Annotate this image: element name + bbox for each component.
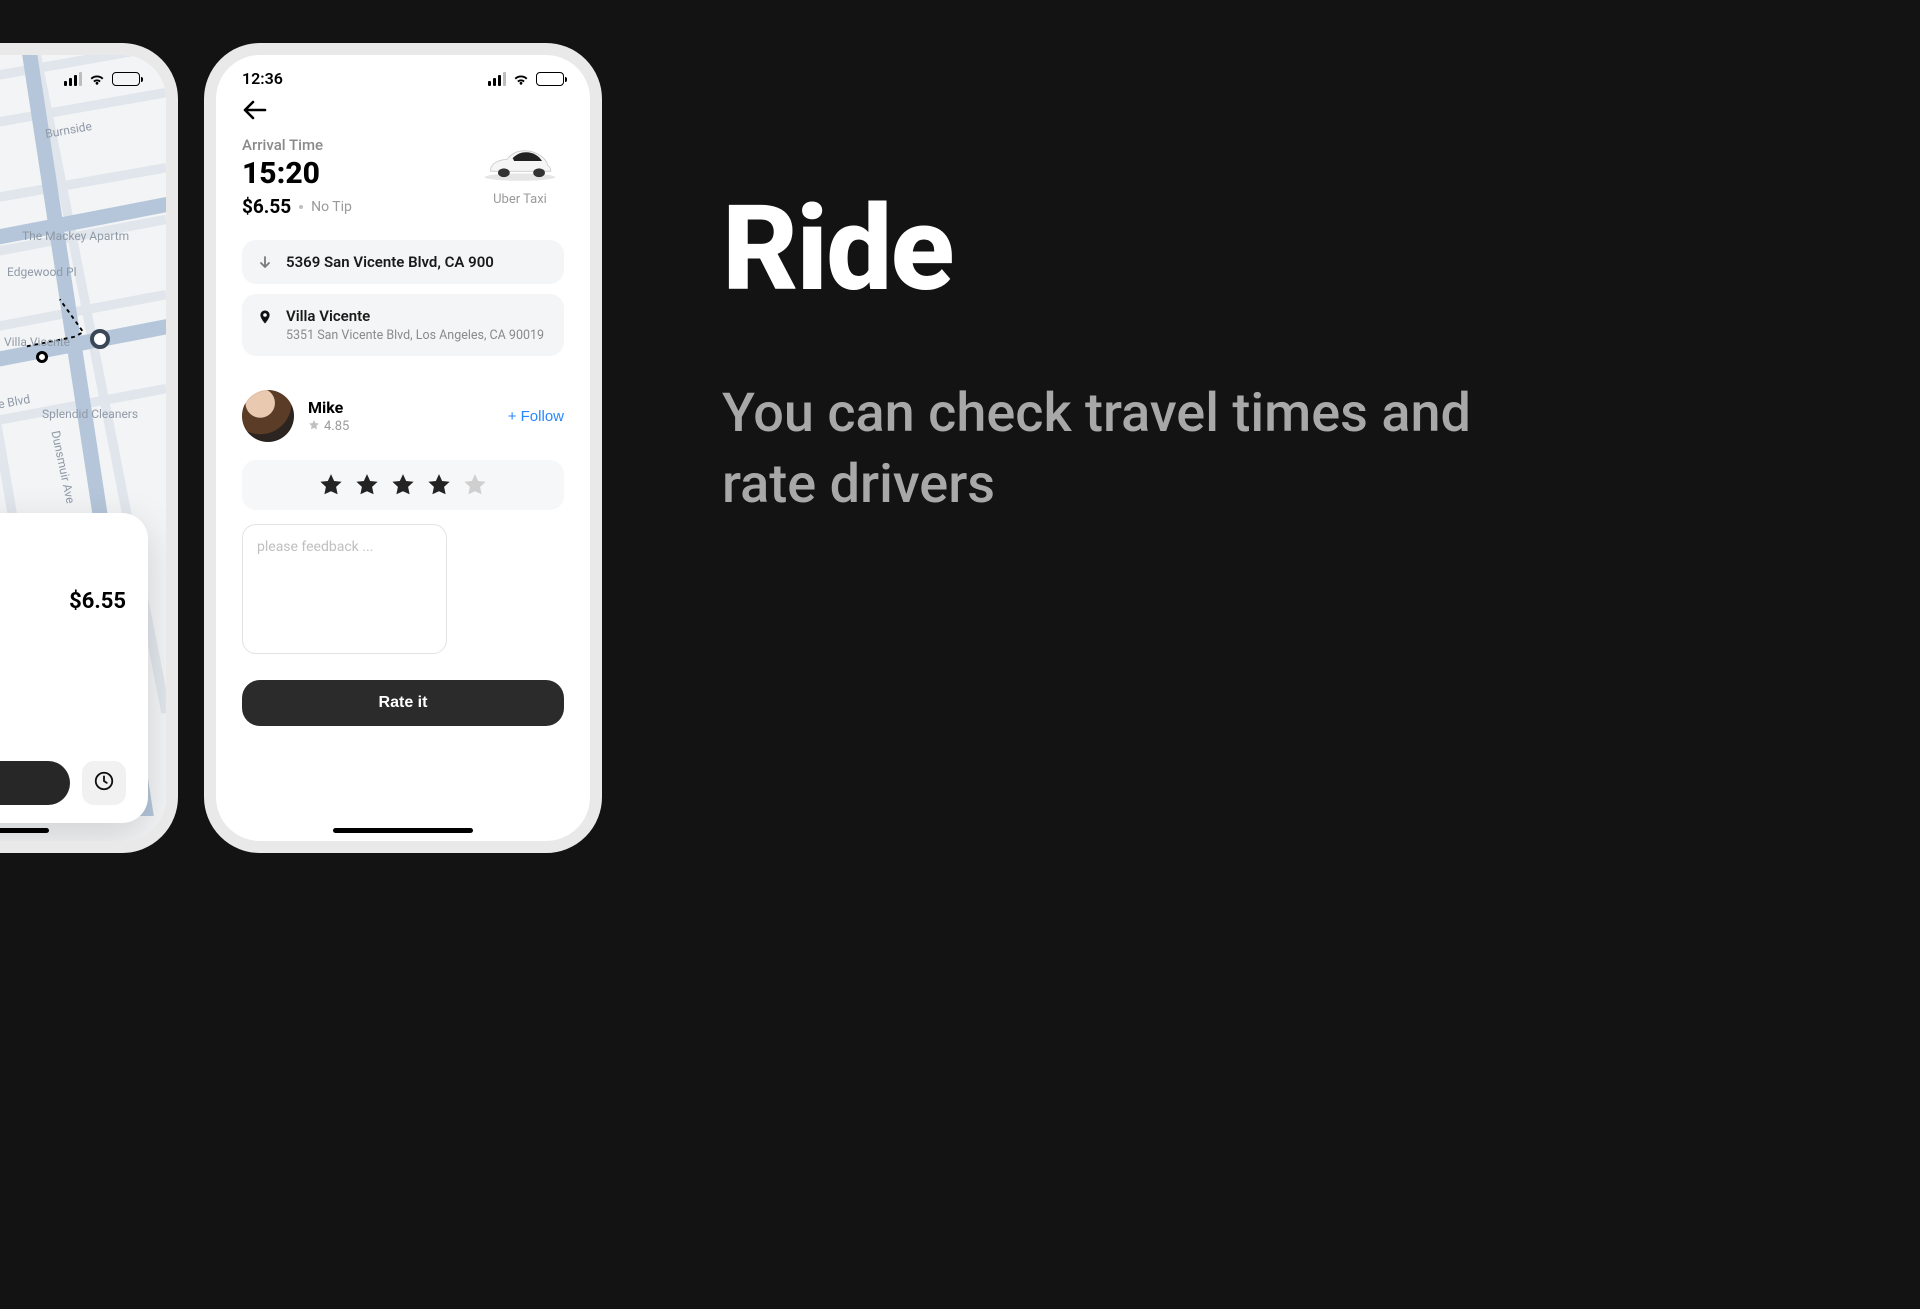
car-icon: [476, 136, 564, 186]
home-indicator: [333, 828, 473, 833]
arrow-left-icon: [242, 100, 564, 120]
map-label: Splendid Cleaners: [42, 407, 138, 421]
driver-avatar[interactable]: [242, 390, 294, 442]
rate-it-button[interactable]: Rate it: [242, 680, 564, 726]
star-rating[interactable]: [242, 460, 564, 510]
status-bar: 12:36: [0, 55, 166, 94]
schedule-button[interactable]: [82, 761, 126, 805]
trip-price: $6.55: [242, 195, 291, 218]
star-icon[interactable]: [426, 472, 452, 498]
pickup-address: 5369 San Vicente Blvd, CA 900: [286, 253, 494, 271]
request-ride-button[interactable]: [0, 761, 70, 805]
dropoff-address-row[interactable]: Villa Vicente 5351 San Vicente Blvd, Los…: [242, 294, 564, 356]
phone-map-screen: 12:36: [0, 43, 178, 853]
driver-rating: 4.85: [324, 419, 349, 434]
follow-button[interactable]: + Follow: [508, 408, 564, 425]
hero-subtitle: You can check travel times and rate driv…: [722, 378, 1482, 521]
battery-icon: [112, 72, 140, 86]
ride-summary-card: os Angeles, CA 90019 $6.55: [0, 513, 148, 823]
cellular-icon: [488, 72, 506, 86]
pickup-address-row[interactable]: 5369 San Vicente Blvd, CA 900: [242, 240, 564, 284]
map-label: Edgewood Pl: [7, 265, 77, 279]
location-pin-icon: [257, 309, 273, 325]
map-dest-pin: [90, 329, 110, 349]
star-icon[interactable]: [354, 472, 380, 498]
hero-title: Ride: [722, 190, 1482, 308]
home-indicator: [0, 828, 49, 833]
cellular-icon: [64, 72, 82, 86]
dropoff-name: Villa Vicente: [286, 307, 544, 325]
star-icon[interactable]: [462, 472, 488, 498]
status-time: 12:36: [242, 69, 283, 88]
map-label: The Mackey Apartm: [22, 229, 129, 243]
back-button[interactable]: [216, 94, 590, 134]
dropoff-address: 5351 San Vicente Blvd, Los Angeles, CA 9…: [286, 328, 544, 343]
star-icon: [308, 419, 320, 435]
battery-icon: [536, 72, 564, 86]
star-icon[interactable]: [318, 472, 344, 498]
card-destination-text: os Angeles, CA 90019: [0, 533, 126, 551]
map-origin-pin: [36, 351, 48, 363]
wifi-icon: [512, 72, 530, 86]
star-icon[interactable]: [390, 472, 416, 498]
feedback-input[interactable]: [242, 524, 447, 654]
arrival-label: Arrival Time: [242, 136, 352, 154]
no-tip-label: No Tip: [311, 199, 352, 215]
phone-ride-detail-screen: 12:36 Arrival Time 15:20 $6.55 No Tip: [204, 43, 602, 853]
status-bar: 12:36: [216, 55, 590, 94]
card-price: $6.55: [69, 589, 126, 614]
arrival-time: 15:20: [242, 156, 352, 191]
vehicle-class: Uber Taxi: [476, 192, 564, 207]
clock-icon: [93, 770, 115, 796]
arrow-down-icon: [257, 255, 273, 271]
dot-separator: [299, 205, 303, 209]
wifi-icon: [88, 72, 106, 86]
driver-name: Mike: [308, 398, 349, 417]
map-label: Villa Vicente: [4, 335, 70, 349]
